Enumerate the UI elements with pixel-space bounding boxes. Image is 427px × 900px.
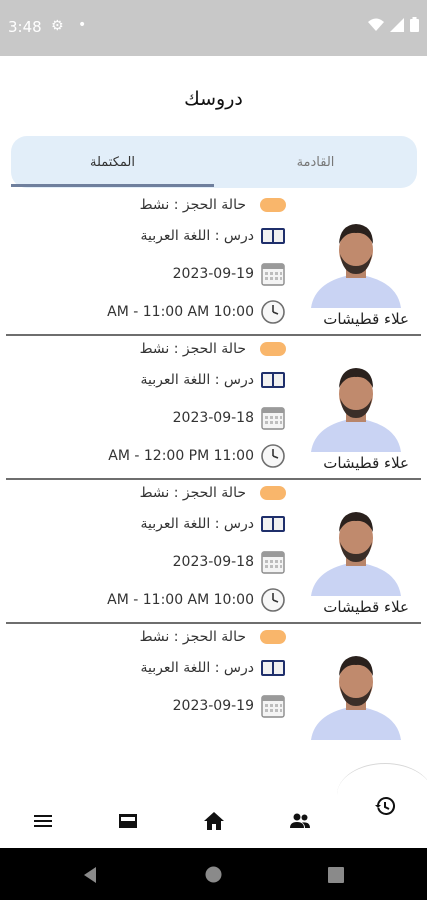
back-icon[interactable]	[82, 866, 98, 884]
lesson-card[interactable]: علاء قطيشات حالة الحجز : نشط درس : اللغة…	[0, 336, 427, 480]
lesson-subject: درس : اللغة العربية	[140, 228, 254, 244]
clock-icon	[261, 300, 285, 324]
booking-status-row: حالة الحجز : نشط	[140, 341, 286, 357]
teacher-avatar	[307, 354, 405, 452]
lesson-time-row: AM - 11:00 AM 10:00	[107, 587, 286, 613]
lesson-time-row: AM - 12:00 PM 11:00	[108, 443, 286, 469]
lesson-date-row: 2023-09-19	[173, 693, 286, 719]
lesson-time-row: AM - 11:00 AM 10:00	[107, 299, 286, 325]
tab-completed[interactable]: المكتملة	[11, 136, 214, 188]
teacher-avatar	[307, 642, 405, 740]
lesson-date: 2023-09-18	[172, 554, 254, 570]
booking-status: حالة الحجز : نشط	[139, 629, 246, 645]
tab-indicator	[11, 184, 214, 187]
clock-icon	[261, 444, 285, 468]
lesson-subject-row: درس : اللغة العربية	[141, 658, 286, 678]
clock-icon	[261, 588, 285, 612]
lessons-list[interactable]: علاء قطيشات حالة الحجز : نشط درس : اللغة…	[0, 192, 427, 740]
book-icon	[261, 660, 285, 676]
lesson-date: 2023-09-19	[172, 266, 254, 282]
lesson-date-row: 2023-09-19	[173, 261, 286, 287]
lesson-card[interactable]: حالة الحجز : نشط درس : اللغة العربية 202…	[0, 624, 427, 740]
history-icon[interactable]	[373, 794, 397, 818]
teacher-name: علاء قطيشات	[323, 454, 409, 472]
book-icon	[261, 372, 285, 388]
status-pill-icon	[260, 630, 286, 644]
menu-icon[interactable]	[31, 809, 55, 833]
tab-upcoming[interactable]: القادمة	[214, 136, 417, 188]
system-nav-bar	[0, 848, 427, 900]
calendar-icon	[261, 407, 285, 430]
book-icon	[261, 516, 285, 532]
booking-status-row: حالة الحجز : نشط	[140, 485, 286, 501]
status-pill-icon	[260, 486, 286, 500]
booking-status: حالة الحجز : نشط	[139, 485, 246, 501]
signal-icon	[390, 17, 404, 32]
lesson-subject-row: درس : اللغة العربية	[141, 226, 286, 246]
teacher-name: علاء قطيشات	[323, 310, 409, 328]
status-pill-icon	[260, 342, 286, 356]
app-header: دروسك	[0, 68, 427, 132]
people-icon[interactable]	[288, 809, 312, 833]
lesson-time: AM - 11:00 AM 10:00	[107, 592, 254, 608]
recents-icon[interactable]	[328, 867, 344, 883]
lesson-card[interactable]: علاء قطيشات حالة الحجز : نشط درس : اللغة…	[0, 480, 427, 624]
booking-status: حالة الحجز : نشط	[139, 341, 246, 357]
booking-status: حالة الحجز : نشط	[139, 197, 246, 213]
lesson-date: 2023-09-19	[172, 698, 254, 714]
home-icon[interactable]	[202, 809, 226, 833]
teacher-avatar	[307, 498, 405, 596]
lesson-date-row: 2023-09-18	[173, 405, 286, 431]
battery-icon	[410, 17, 419, 32]
booking-status-row: حالة الحجز : نشط	[140, 629, 286, 645]
page-title: دروسك	[184, 88, 243, 110]
wifi-icon	[368, 18, 384, 31]
calendar-icon	[261, 551, 285, 574]
calendar-icon	[261, 263, 285, 286]
notification-dot-icon: •	[78, 17, 87, 33]
lesson-date-row: 2023-09-18	[173, 549, 286, 575]
book-icon	[261, 228, 285, 244]
booking-status-row: حالة الحجز : نشط	[140, 197, 286, 213]
status-time: 3:48	[8, 18, 42, 36]
status-bar: 3:48 ⚙ •	[0, 0, 427, 56]
tab-bar: المكتملة القادمة	[11, 136, 417, 188]
home-circle-icon[interactable]	[205, 866, 222, 883]
inbox-icon[interactable]	[116, 809, 140, 833]
lesson-subject-row: درس : اللغة العربية	[141, 370, 286, 390]
lesson-subject: درس : اللغة العربية	[140, 516, 254, 532]
teacher-avatar	[307, 210, 405, 308]
lesson-subject: درس : اللغة العربية	[140, 660, 254, 676]
calendar-icon	[261, 695, 285, 718]
lesson-subject: درس : اللغة العربية	[140, 372, 254, 388]
teacher-name: علاء قطيشات	[323, 598, 409, 616]
status-pill-icon	[260, 198, 286, 212]
lesson-time: AM - 11:00 AM 10:00	[107, 304, 254, 320]
lesson-subject-row: درس : اللغة العربية	[141, 514, 286, 534]
settings-icon: ⚙	[51, 18, 64, 34]
lesson-card[interactable]: علاء قطيشات حالة الحجز : نشط درس : اللغة…	[0, 192, 427, 336]
lesson-time: AM - 12:00 PM 11:00	[108, 448, 254, 464]
lesson-date: 2023-09-18	[172, 410, 254, 426]
